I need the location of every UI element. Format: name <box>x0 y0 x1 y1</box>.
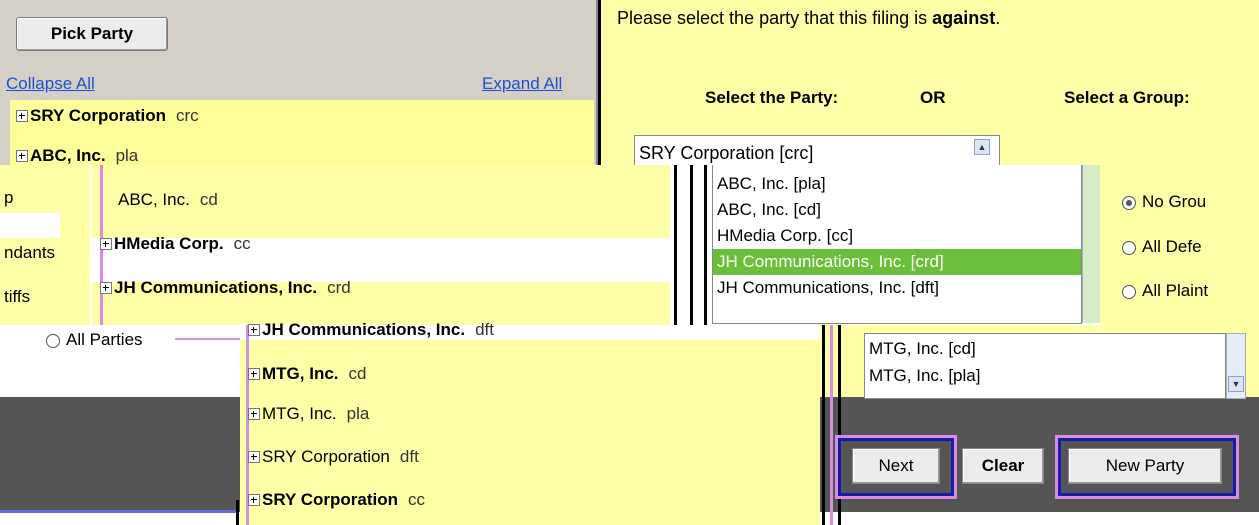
tree-node-label: ABC, Inc. <box>30 146 106 165</box>
expand-plus-icon[interactable] <box>100 282 112 294</box>
tree-node-label: SRY Corporation <box>262 490 399 509</box>
tree-node-code: pla <box>115 146 139 165</box>
select-group-label: Select a Group: <box>1064 88 1190 107</box>
tree-node-code: crd <box>327 278 351 297</box>
or-label: OR <box>920 88 946 107</box>
tree-node[interactable]: ABC, Inc. cd <box>118 190 218 210</box>
all-parties-option[interactable]: All Parties <box>46 330 143 350</box>
tree-node-label: SRY Corporation <box>30 106 167 125</box>
group-option[interactable]: All Defe <box>1122 237 1202 257</box>
tree-node[interactable]: HMedia Corp. cc <box>100 234 251 254</box>
expand-plus-icon[interactable] <box>16 150 28 162</box>
tree-node-code: pla <box>346 404 370 423</box>
party-listbox-middle[interactable]: ABC, Inc. [pla] ABC, Inc. [cd] HMedia Co… <box>712 165 1082 324</box>
tree-node-label: MTG, Inc. <box>262 404 337 423</box>
tree-node[interactable]: SRY Corporation cc <box>248 490 425 510</box>
tree-node-code: cd <box>199 190 218 209</box>
pick-party-button[interactable]: Pick Party <box>16 17 168 51</box>
radio-icon[interactable] <box>1122 284 1136 299</box>
panel-divider-dark <box>598 0 601 165</box>
group-option[interactable]: No Grou <box>1122 192 1206 212</box>
expand-plus-icon[interactable] <box>248 324 260 336</box>
tree-node-label: JH Communications, Inc. <box>262 320 466 339</box>
fragment-text: ndants <box>4 243 56 262</box>
tree-node-code: cc <box>233 234 251 253</box>
expand-plus-icon[interactable] <box>16 110 28 122</box>
tree-node[interactable]: ABC, Inc. pla <box>16 146 138 166</box>
tree-node[interactable]: JH Communications, Inc. crd <box>100 278 351 298</box>
tree-node-code: cd <box>348 364 367 383</box>
tree-node[interactable]: SRY Corporation crc <box>16 106 199 126</box>
tree-node[interactable]: MTG, Inc. pla <box>248 404 369 424</box>
scrollbar[interactable] <box>1082 165 1101 323</box>
expand-plus-icon[interactable] <box>248 451 260 463</box>
expand-all-link[interactable]: Expand All <box>482 74 562 94</box>
expand-plus-icon[interactable] <box>248 408 260 420</box>
clear-button[interactable]: Clear <box>962 448 1044 484</box>
tree-node[interactable]: SRY Corporation dft <box>248 447 419 467</box>
tree-node-label: JH Communications, Inc. <box>114 278 318 297</box>
fragment-text: p <box>4 188 14 207</box>
tree-node[interactable]: JH Communications, Inc. dft <box>248 320 494 340</box>
party-listbox[interactable]: SRY Corporation [crc] <box>634 135 1000 166</box>
tree-node-code: dft <box>475 320 494 339</box>
select-party-label: Select the Party: <box>705 88 839 107</box>
tree-node-code: crc <box>176 106 199 125</box>
tree-node-label: SRY Corporation <box>262 447 390 466</box>
radio-icon[interactable] <box>46 333 60 348</box>
tree-node-label: MTG, Inc. <box>262 364 339 383</box>
tree-node[interactable]: MTG, Inc. cd <box>248 364 366 384</box>
tree-node-label: ABC, Inc. <box>118 190 190 209</box>
scroll-down-icon[interactable]: ▼ <box>1228 376 1244 392</box>
radio-icon[interactable] <box>1122 240 1136 255</box>
scroll-up-icon[interactable]: ▲ <box>974 139 990 155</box>
next-button[interactable]: Next <box>852 448 940 484</box>
tree-node-code: cc <box>408 490 426 509</box>
list-option[interactable]: MTG, Inc. [pla] <box>865 362 1225 390</box>
expand-plus-icon[interactable] <box>248 494 260 506</box>
collapse-all-link[interactable]: Collapse All <box>6 74 95 94</box>
party-listbox-bottom[interactable]: MTG, Inc. [cd] MTG, Inc. [pla] <box>864 333 1226 399</box>
list-option[interactable]: HMedia Corp. [cc] <box>713 223 1081 249</box>
tree-node-label: HMedia Corp. <box>114 234 224 253</box>
instruction-text: Please select the party that this filing… <box>617 8 1001 28</box>
group-option[interactable]: All Plaint <box>1122 281 1208 301</box>
list-option-selected[interactable]: JH Communications, Inc. [crd] <box>713 249 1081 275</box>
list-option[interactable]: MTG, Inc. [cd] <box>865 334 1225 362</box>
list-option[interactable]: ABC, Inc. [cd] <box>713 197 1081 223</box>
list-option[interactable]: ABC, Inc. [pla] <box>713 171 1081 197</box>
expand-plus-icon[interactable] <box>100 238 112 250</box>
tree-node-code: dft <box>399 447 419 466</box>
radio-checked-icon[interactable] <box>1122 195 1136 210</box>
list-option[interactable]: JH Communications, Inc. [dft] <box>713 275 1081 301</box>
fragment-text: tiffs <box>4 287 31 306</box>
list-option[interactable]: SRY Corporation [crc] <box>635 136 999 166</box>
new-party-button[interactable]: New Party <box>1068 448 1222 484</box>
expand-plus-icon[interactable] <box>248 368 260 380</box>
